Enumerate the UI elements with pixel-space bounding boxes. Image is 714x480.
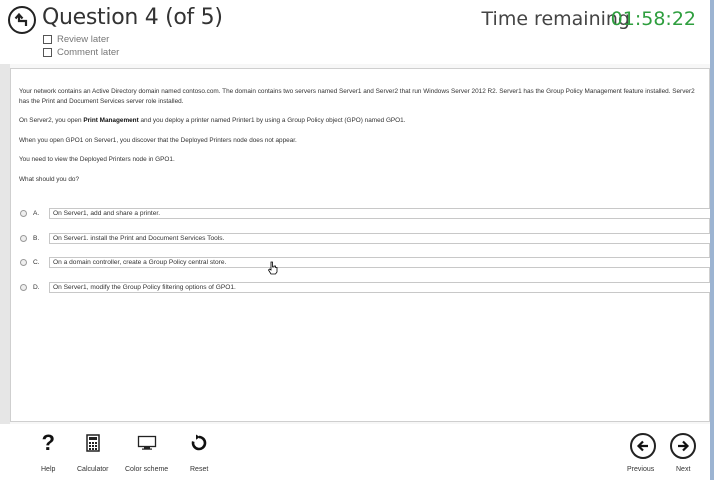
question-text: Your network contains an Active Director… [19, 87, 699, 194]
previous-button[interactable] [630, 433, 656, 459]
question-paragraph: You need to view the Deployed Printers n… [19, 156, 175, 163]
answer-option-a[interactable]: A. On Server1, add and share a printer. [20, 207, 714, 219]
exam-window: Question 4 (of 5) Review later Comment l… [0, 0, 714, 480]
reset-button[interactable]: Reset [190, 430, 208, 473]
answer-option-c[interactable]: C. On a domain controller, create a Grou… [20, 256, 714, 268]
question-prompt: What should you do? [19, 175, 80, 183]
color-scheme-label: Color scheme [125, 466, 169, 473]
radio-button[interactable] [20, 283, 27, 291]
left-margin [0, 64, 10, 436]
reset-icon [191, 434, 207, 451]
window-edge [710, 0, 714, 480]
comment-later-checkbox[interactable]: Comment later [43, 47, 119, 58]
checkbox-icon[interactable] [43, 35, 52, 44]
radio-button[interactable] [20, 234, 27, 242]
calculator-label: Calculator [77, 466, 109, 473]
option-text[interactable]: On Server1, add and share a printer. [49, 207, 714, 219]
previous-label: Previous [627, 466, 655, 473]
option-text[interactable]: On Server1. install the Print and Docume… [49, 232, 714, 244]
arrow-right-icon [678, 440, 690, 452]
header: Question 4 (of 5) Review later Comment l… [0, 0, 714, 64]
option-letter: A. [33, 209, 40, 217]
calculator-icon [86, 434, 100, 452]
time-remaining-value: 01:58:22 [610, 8, 696, 30]
color-scheme-button[interactable]: Color scheme [125, 430, 168, 473]
calculator-button[interactable]: Calculator [77, 430, 109, 473]
arrow-up-left-icon [14, 12, 28, 26]
answer-option-d[interactable]: D. On Server1, modify the Group Policy f… [20, 281, 714, 293]
help-label: Help [41, 466, 56, 473]
next-button[interactable] [670, 433, 696, 459]
next-label: Next [676, 466, 691, 473]
review-later-checkbox[interactable]: Review later [43, 34, 109, 45]
question-paragraph: Your network contains an Active Director… [19, 88, 695, 105]
hand-cursor-icon [267, 261, 278, 275]
option-text[interactable]: On Server1, modify the Group Policy filt… [49, 281, 714, 293]
question-paragraph: On Server2, you open Print Management an… [19, 117, 406, 124]
radio-button[interactable] [20, 258, 27, 266]
time-remaining-label: Time remaining [481, 8, 630, 30]
help-button[interactable]: ? Help [41, 430, 55, 473]
review-later-label: Review later [57, 34, 110, 45]
question-mark-icon: ? [41, 430, 55, 455]
monitor-icon [137, 435, 156, 450]
radio-button[interactable] [20, 209, 27, 217]
option-letter: D. [33, 283, 40, 291]
checkbox-icon[interactable] [43, 48, 52, 57]
arrow-left-icon [636, 440, 648, 452]
question-title: Question 4 (of 5) [42, 5, 223, 30]
question-panel: Your network contains an Active Director… [10, 68, 714, 422]
comment-later-label: Comment later [57, 47, 120, 58]
reset-label: Reset [190, 466, 209, 473]
question-paragraph: When you open GPO1 on Server1, you disco… [19, 136, 297, 144]
option-text[interactable]: On a domain controller, create a Group P… [49, 256, 714, 268]
option-letter: C. [33, 258, 40, 266]
option-letter: B. [33, 234, 40, 242]
answer-option-b[interactable]: B. On Server1. install the Print and Doc… [20, 232, 714, 244]
back-button[interactable] [8, 6, 36, 34]
